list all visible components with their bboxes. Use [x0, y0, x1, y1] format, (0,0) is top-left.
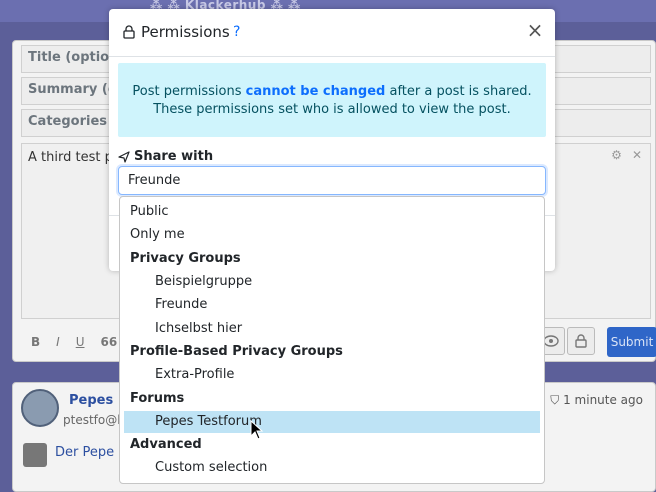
submit-button[interactable]: Submit — [607, 327, 656, 357]
mini-avatar[interactable] — [23, 443, 47, 467]
lock-icon — [123, 25, 135, 39]
avatar[interactable] — [21, 389, 59, 427]
post-handle: ptestfo@k — [63, 413, 125, 427]
dropdown-option[interactable]: Ichselbst hier — [124, 318, 540, 340]
dropdown-option[interactable]: Beispielgruppe — [124, 271, 540, 293]
post-author[interactable]: Pepes — [69, 393, 113, 408]
share-with-input[interactable] — [118, 166, 546, 195]
italic-button[interactable]: I — [56, 335, 60, 349]
dropdown-option[interactable]: Extra-Profile — [124, 364, 540, 386]
dropdown-option[interactable]: Only me — [124, 224, 540, 246]
dropdown-option[interactable]: Freunde — [124, 294, 540, 316]
dropdown-option[interactable]: Public — [124, 201, 540, 223]
bold-button[interactable]: B — [31, 335, 40, 349]
info-emphasis: cannot be changed — [245, 84, 386, 99]
quote-button[interactable]: 66 — [101, 335, 118, 349]
close-button[interactable]: × — [525, 20, 545, 41]
eye-icon — [543, 335, 559, 347]
modal-header: Permissions ? × — [109, 9, 555, 57]
dropdown-group-header: Advanced — [130, 437, 202, 452]
share-with-label: Share with — [118, 149, 213, 164]
lock-icon — [575, 334, 587, 348]
mouse-cursor-icon — [250, 420, 264, 440]
share-with-text: Share with — [134, 149, 214, 164]
close-icon[interactable]: ✕ — [632, 148, 642, 162]
dropdown-group-header: Privacy Groups — [130, 251, 241, 266]
post-link[interactable]: Der Pepe — [55, 445, 114, 460]
post-timestamp[interactable]: ⛉ 1 minute ago — [550, 393, 643, 408]
gear-icon[interactable]: ⚙ — [611, 148, 622, 162]
dropdown-option[interactable]: Custom selection — [124, 457, 540, 479]
info-text-suffix: after a post is shared. — [385, 84, 532, 99]
modal-title-text: Permissions — [141, 23, 230, 41]
info-text: Post permissions — [132, 84, 246, 99]
dropdown-option[interactable]: Pepes Testforum — [124, 411, 540, 433]
send-icon — [118, 150, 130, 163]
dropdown-group-header: Forums — [130, 391, 185, 406]
permissions-button[interactable] — [567, 327, 595, 355]
info-text-line2: These permissions set who is allowed to … — [153, 102, 511, 117]
help-icon[interactable]: ? — [233, 24, 240, 40]
share-with-dropdown: Public Only me Privacy Groups Beispielgrupp… — [119, 196, 545, 484]
modal-title: Permissions — [123, 23, 230, 41]
info-alert: Post permissions cannot be changed after… — [118, 63, 546, 137]
dropdown-group-header: Profile-Based Privacy Groups — [130, 344, 343, 359]
underline-button[interactable]: U — [76, 335, 85, 349]
